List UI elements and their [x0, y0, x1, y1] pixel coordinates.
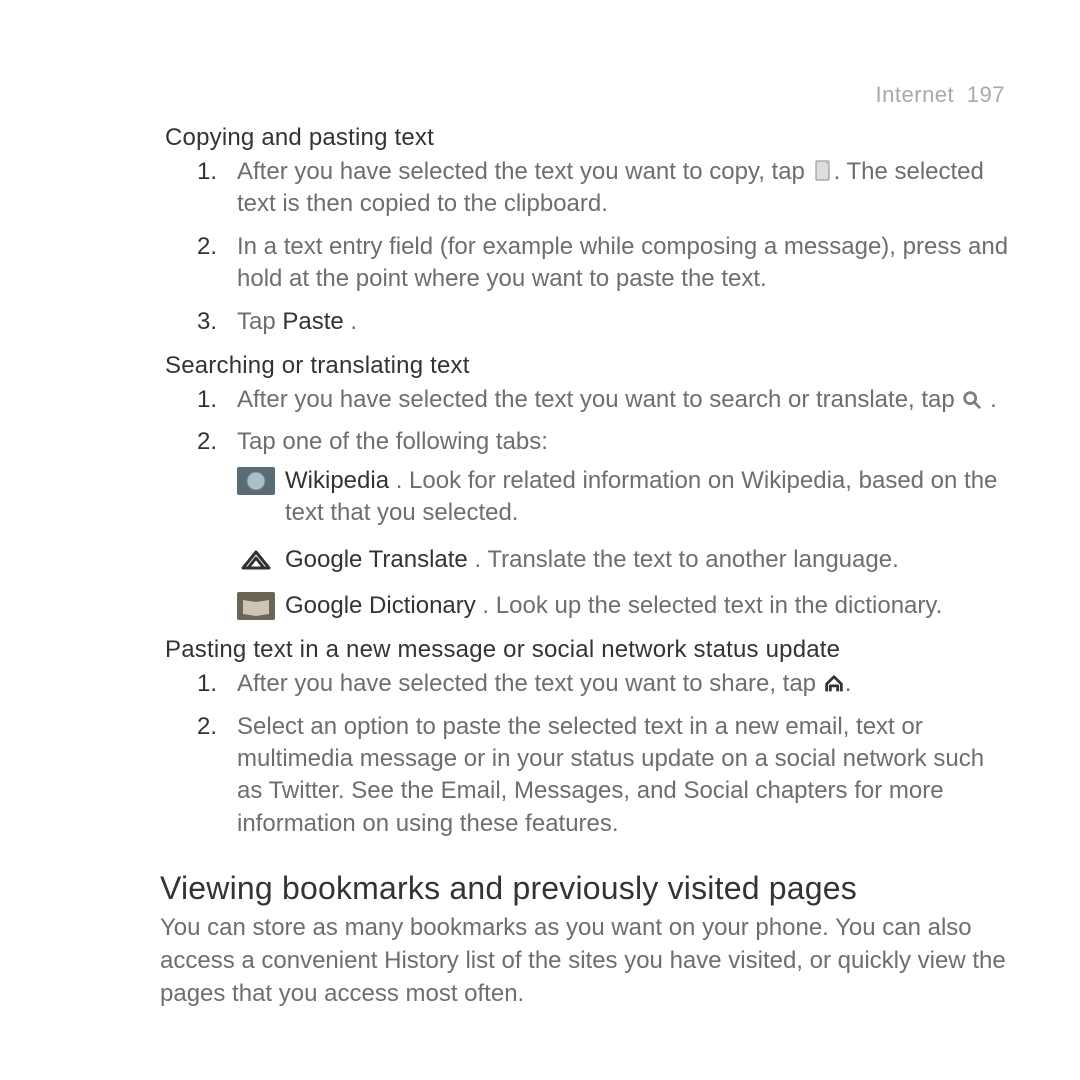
section-heading: Pasting text in a new message or social … — [165, 636, 1010, 664]
step-text: . — [845, 670, 852, 697]
tab-label: Google Translate — [285, 546, 468, 573]
tab-desc: . Look for related information on Wikipe… — [285, 467, 997, 526]
paste-label: Paste — [282, 308, 343, 335]
step-text: . — [344, 308, 357, 335]
section-copying: Copying and pasting text After you have … — [165, 124, 1010, 338]
share-icon — [823, 672, 845, 696]
tab-dictionary: Google Dictionary . Look up the selected… — [237, 590, 1010, 622]
steps-list: After you have selected the text you wan… — [237, 384, 1010, 622]
section-pasting: Pasting text in a new message or social … — [165, 636, 1010, 840]
step-item: After you have selected the text you wan… — [237, 156, 1010, 221]
document-page: Internet 197 Copying and pasting text Af… — [0, 0, 1080, 1080]
tab-translate: Google Translate . Translate the text to… — [237, 544, 1010, 576]
translate-icon — [237, 546, 275, 574]
step-item: Tap Paste . — [237, 306, 1010, 338]
step-text: . — [983, 386, 996, 413]
step-item: After you have selected the text you wan… — [237, 668, 1010, 700]
step-text: After you have selected the text you wan… — [237, 670, 823, 697]
dictionary-icon — [237, 592, 275, 620]
tab-label: Google Dictionary — [285, 592, 476, 619]
step-item: After you have selected the text you wan… — [237, 384, 1010, 416]
step-item: In a text entry field (for example while… — [237, 231, 1010, 296]
step-item: Tap one of the following tabs: Wikipedia… — [237, 426, 1010, 622]
section-searching: Searching or translating text After you … — [165, 352, 1010, 622]
tab-desc: . Translate the text to another language… — [468, 546, 899, 573]
step-text: After you have selected the text you wan… — [237, 158, 812, 185]
wikipedia-icon — [237, 467, 275, 495]
section-body: You can store as many bookmarks as you w… — [160, 911, 1010, 1010]
step-text: Tap — [237, 308, 282, 335]
step-text: Select an option to paste the selected t… — [237, 713, 984, 837]
section-heading: Copying and pasting text — [165, 124, 1010, 152]
tab-label: Wikipedia — [285, 467, 389, 494]
step-text: Tap one of the following tabs: — [237, 428, 548, 455]
tab-desc: . Look up the selected text in the dicti… — [476, 592, 943, 619]
section-heading: Searching or translating text — [165, 352, 1010, 380]
tabs-list: Wikipedia . Look for related information… — [237, 465, 1010, 623]
page-number: 197 — [967, 82, 1005, 107]
magnifier-icon — [961, 388, 983, 412]
copy-icon — [812, 159, 834, 183]
section-viewing: Viewing bookmarks and previously visited… — [165, 870, 1010, 1010]
step-item: Select an option to paste the selected t… — [237, 711, 1010, 841]
step-text: In a text entry field (for example while… — [237, 233, 1008, 292]
page-header: Internet 197 — [876, 82, 1005, 108]
tab-wikipedia: Wikipedia . Look for related information… — [237, 465, 1010, 530]
chapter-label: Internet — [876, 82, 955, 107]
steps-list: After you have selected the text you wan… — [237, 156, 1010, 338]
section-heading: Viewing bookmarks and previously visited… — [160, 870, 1010, 907]
step-text: After you have selected the text you wan… — [237, 386, 961, 413]
steps-list: After you have selected the text you wan… — [237, 668, 1010, 840]
